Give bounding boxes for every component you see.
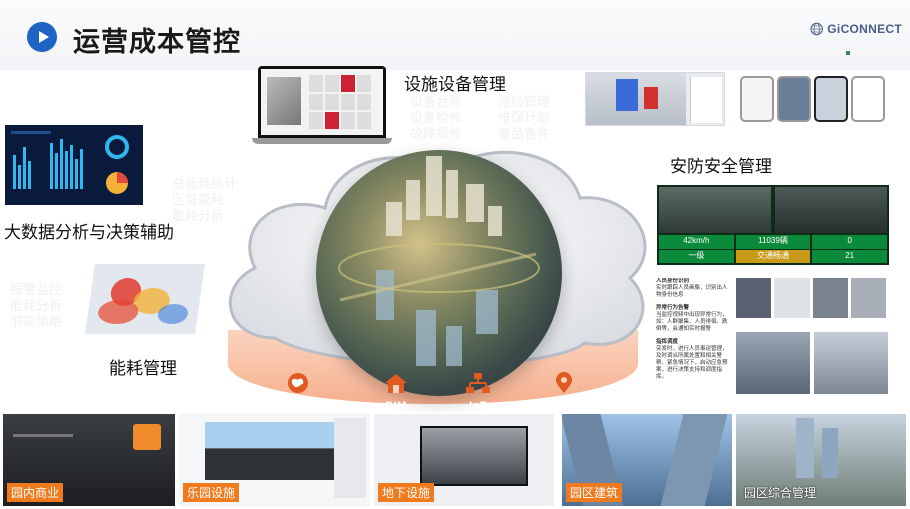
note-title: 指挥调度 <box>656 339 679 345</box>
factory-3d-screenshot[interactable] <box>585 72 725 126</box>
globe-map-icon <box>288 373 308 393</box>
note-title: 异常行为告警 <box>656 305 690 311</box>
energy-item: 报警监控 <box>10 282 63 297</box>
facility-list-left: 设备台账 设备检修 故障报修 <box>410 94 462 142</box>
globe-logo-icon <box>810 22 823 36</box>
note-item: 异常行为告警 当监控视频中出现异常行为，如：人群聚集、人员徘徊、跌倒等，会通知实… <box>656 305 732 333</box>
smart-city-globe[interactable] <box>316 150 562 396</box>
strip-underground[interactable]: 地下设施 <box>374 414 554 506</box>
traffic-value: 0 <box>812 235 888 249</box>
energy-item: 能耗分析 <box>10 298 63 313</box>
monitor-wall-photo[interactable] <box>814 332 888 394</box>
note-body: 实时跟踪人员画像，识别出人物身份信息 <box>656 285 728 298</box>
bigdata-label: 大数据分析与决策辅助 <box>4 223 174 242</box>
facility-item: 巡检管理 <box>498 94 551 109</box>
facility-item: 维保计划 <box>498 110 551 125</box>
platform-gis[interactable]: GIS <box>268 372 328 412</box>
facility-list-right: 巡检管理 维保计划 备品备件 <box>498 94 550 142</box>
platform-lbs[interactable]: LBS <box>534 372 594 412</box>
dashboard-graphic <box>11 131 129 194</box>
note-item: 指挥调度 突发时，进行人员事运管理，及时调派所属处置和相关警察、紧急情况下，启动… <box>656 339 732 381</box>
traffic-value: 11039辆 <box>735 235 811 249</box>
play-circle-icon[interactable] <box>27 22 57 52</box>
strip-park-management[interactable]: 园区综合管理 <box>736 414 906 506</box>
strip-park-buildings[interactable]: 园区建筑 <box>562 414 732 506</box>
strip-label: 园内商业 <box>7 483 64 502</box>
platform-label: IoT <box>469 400 487 412</box>
note-item: 人员身份识别 实时跟踪人员画像，识别出人物身份信息 <box>656 278 732 299</box>
note-body: 当监控视频中出现异常行为，如：人群聚集、人员徘徊、跌倒等，会通知实时报警 <box>656 312 728 332</box>
platform-bim[interactable]: BIM <box>366 372 426 412</box>
analytics-dashboard[interactable] <box>5 125 143 205</box>
platform-label: LBS <box>552 400 576 412</box>
strip-label: 地下设施 <box>378 483 435 502</box>
strip-label: 乐园设施 <box>183 483 240 502</box>
brand-logo: GiCONNECT <box>810 16 902 42</box>
traffic-value: 42km/h <box>659 235 734 249</box>
facility-item: 设备检修 <box>410 110 463 125</box>
face-recognition-photos[interactable] <box>736 278 886 318</box>
platform-label: BIM <box>385 400 407 412</box>
traffic-value: 交通畅通 <box>735 250 811 263</box>
energy-item: 节能策略 <box>10 314 63 329</box>
platform-iot[interactable]: IoT <box>448 372 508 412</box>
security-notes: 人员身份识别 实时跟踪人员画像，识别出人物身份信息 异常行为告警 当监控视频中出… <box>656 278 732 400</box>
facility-item: 设备台账 <box>410 94 463 109</box>
city-buildings <box>338 156 540 366</box>
note-body: 突发时，进行人员事运管理，及时调派所属处置和相关警察、紧急情况下，启动应急预案，… <box>656 346 728 380</box>
traffic-value: 21 <box>812 250 888 263</box>
mobile-app-screens[interactable] <box>740 76 885 122</box>
energy-heatmap[interactable] <box>85 264 205 334</box>
strip-label: 园区综合管理 <box>744 486 817 500</box>
strip-label: 园区建筑 <box>566 483 623 502</box>
location-pin-icon <box>556 372 572 393</box>
platform-label: GIS <box>287 400 309 412</box>
brand-dot <box>846 51 850 55</box>
page-title: 运营成本管控 <box>73 27 241 57</box>
energy-label: 能耗管理 <box>109 359 177 378</box>
energy-list: 报警监控 能耗分析 节能策略 <box>10 282 62 330</box>
network-nodes-icon <box>466 373 490 393</box>
strip-park-facilities[interactable]: 乐园设施 <box>179 414 370 506</box>
building-house-icon <box>385 374 407 393</box>
facility-label: 设施设备管理 <box>404 75 506 94</box>
brand-name: GiCONNECT <box>827 22 902 36</box>
security-label: 安防安全管理 <box>670 157 772 176</box>
traffic-camera-panel[interactable]: 42km/h 11039辆 0 一级 交通畅通 21 <box>657 185 889 265</box>
laptop-screenshot[interactable] <box>252 66 392 148</box>
strip-commerce[interactable]: 园内商业 <box>3 414 175 506</box>
traffic-value: 一级 <box>659 250 734 263</box>
note-title: 人员身份识别 <box>656 278 690 284</box>
control-room-photo[interactable] <box>736 332 810 394</box>
